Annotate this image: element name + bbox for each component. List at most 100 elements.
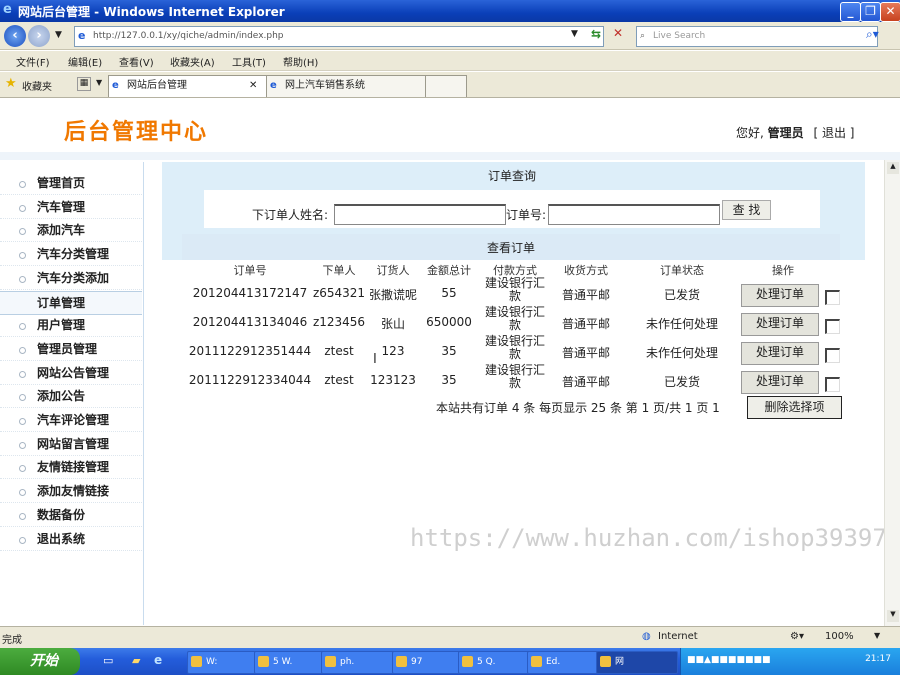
task-app-icon xyxy=(600,656,611,667)
logout-link[interactable]: [ 退出 ] xyxy=(814,126,855,140)
greeting-text: 您好, xyxy=(736,126,764,140)
row-select-checkbox[interactable] xyxy=(825,348,840,363)
menu-view[interactable]: 查看(V) xyxy=(119,54,154,69)
scroll-up-icon[interactable]: ▲ xyxy=(887,162,899,174)
stop-icon[interactable]: ✕ xyxy=(613,26,623,40)
sidebar-item-friend-links[interactable]: 友情链接管理 xyxy=(0,456,142,480)
maximize-button[interactable]: ❐ xyxy=(860,2,881,22)
taskbar-task-7[interactable]: 网 xyxy=(596,651,678,674)
quicklaunch-desktop-icon[interactable]: ▭ xyxy=(103,654,113,667)
zoom-dropdown-icon[interactable]: ▼ xyxy=(874,631,880,640)
sidebar-item-label: 添加公告 xyxy=(37,389,86,404)
sidebar-item-car-comments[interactable]: 汽车评论管理 xyxy=(0,409,142,432)
menu-file[interactable]: 文件(F) xyxy=(16,54,50,69)
close-window-button[interactable]: ✕ xyxy=(880,2,900,22)
delete-selected-button[interactable]: 删除选择项 xyxy=(747,396,842,419)
sidebar-item-users[interactable]: 用户管理 xyxy=(0,314,142,338)
sidebar-item-add-car-category[interactable]: 汽车分类添加 xyxy=(0,267,142,290)
cell-delivery-method: 普通平邮 xyxy=(561,346,610,360)
sidebar-item-label: 汽车分类管理 xyxy=(37,247,110,262)
minimize-button[interactable]: _ xyxy=(840,2,861,22)
quicklaunch-folder-icon[interactable]: ▰ xyxy=(132,654,140,667)
task-label: 5 Q. xyxy=(477,657,496,667)
close-tab-icon[interactable]: ✕ xyxy=(249,76,257,96)
tab-admin[interactable]: e 网站后台管理 ✕ xyxy=(108,75,283,97)
sidebar-item-cars[interactable]: 汽车管理 xyxy=(0,196,142,219)
search-go-icon[interactable]: ⌕▾ xyxy=(866,27,879,42)
cell-delivery-method: 普通平邮 xyxy=(561,375,610,389)
url-input[interactable]: e http://127.0.0.1/xy/qiche/admin/index.p… xyxy=(74,26,604,47)
refresh-icon[interactable]: ⇆ xyxy=(591,27,601,41)
sidebar-item-add-announcement[interactable]: 添加公告 xyxy=(0,385,142,409)
bullet-icon xyxy=(19,536,26,544)
cell-order-status: 未作任何处理 xyxy=(645,346,718,360)
order-number-input[interactable] xyxy=(548,204,720,225)
search-button[interactable]: 查 找 xyxy=(722,200,771,220)
scroll-down-icon[interactable]: ▼ xyxy=(887,610,899,622)
page-icon: e xyxy=(78,29,86,42)
clock: 21:17 xyxy=(865,654,891,664)
search-placeholder: Live Search xyxy=(653,31,706,41)
process-order-button[interactable]: 处理订单 xyxy=(741,313,819,336)
name-input[interactable] xyxy=(334,204,506,225)
zoom-level[interactable]: 100% xyxy=(825,631,854,642)
bullet-icon xyxy=(19,418,26,425)
sidebar-item-add-car[interactable]: 添加汽车 xyxy=(0,219,142,243)
process-order-button[interactable]: 处理订单 xyxy=(741,284,819,307)
cell-delivery-method: 普通平邮 xyxy=(561,288,610,302)
cell-amount: 650000 xyxy=(426,315,472,329)
process-order-button[interactable]: 处理订单 xyxy=(741,371,819,394)
row-select-checkbox[interactable] xyxy=(825,377,840,392)
orders-title: 查看订单 xyxy=(486,241,535,255)
tab-bar: ★ 收藏夹 ▦ ▼ e 网站后台管理 ✕ e 网上汽车销售系统 xyxy=(0,72,900,98)
back-button[interactable]: ‹ xyxy=(4,25,26,47)
sidebar-item-label: 管理首页 xyxy=(37,176,86,190)
tab-car-sales[interactable]: e 网上汽车销售系统 xyxy=(266,75,442,97)
process-order-button[interactable]: 处理订单 xyxy=(741,342,819,365)
protected-mode-icon[interactable]: ⚙▾ xyxy=(790,631,804,642)
row-select-checkbox[interactable] xyxy=(825,290,840,305)
name-label: 下订单人姓名: xyxy=(252,208,329,222)
cell-order-number: 2011122912351444 xyxy=(188,344,312,358)
row-select-checkbox[interactable] xyxy=(825,319,840,334)
new-tab-button[interactable] xyxy=(425,75,467,97)
quicklaunch-ie-icon[interactable]: e xyxy=(154,653,162,667)
cell-order-status: 未作任何处理 xyxy=(645,317,718,331)
sidebar-item-home[interactable]: 管理首页 xyxy=(0,172,142,195)
sidebar-item-announcements[interactable]: 网站公告管理 xyxy=(0,362,142,385)
task-label: ph. xyxy=(340,657,355,667)
live-search-input[interactable]: ⌕ Live Search xyxy=(636,26,878,47)
watermark: https://www.huzhan.com/ishop39397 xyxy=(410,524,887,552)
url-dropdown-icon[interactable]: ▼ xyxy=(571,29,578,39)
sidebar-item-label: 添加汽车 xyxy=(37,223,86,238)
sidebar-item-orders[interactable]: 订单管理 xyxy=(0,290,142,315)
start-button[interactable]: 开始 xyxy=(0,648,80,675)
sidebar-item-admins[interactable]: 管理员管理 xyxy=(0,338,142,361)
forward-button[interactable]: › xyxy=(28,25,50,47)
menu-tools[interactable]: 工具(T) xyxy=(232,54,266,69)
favorites-star-icon[interactable]: ★ xyxy=(5,76,17,91)
cell-order-number: 2011122912334044 xyxy=(188,373,312,387)
sidebar-item-backup[interactable]: 数据备份 xyxy=(0,504,142,527)
menu-help[interactable]: 帮助(H) xyxy=(283,54,318,69)
column-header-order-status: 订单状态 xyxy=(660,264,704,277)
task-label: 5 W. xyxy=(273,657,293,667)
window-titlebar[interactable]: e 网站后台管理 - Windows Internet Explorer _ ❐… xyxy=(0,0,900,22)
page-logo: 后台管理中心 xyxy=(64,120,209,145)
tab-list-dropdown-icon[interactable]: ▼ xyxy=(96,78,102,87)
vertical-scrollbar[interactable]: ▲ ▼ xyxy=(884,160,900,626)
sidebar-item-add-friend-link[interactable]: 添加友情链接 xyxy=(0,480,142,504)
bullet-icon xyxy=(19,465,26,473)
tray-icons[interactable]: ■■▲■■■■■■■ xyxy=(687,655,770,665)
sidebar-item-messages[interactable]: 网站留言管理 xyxy=(0,433,142,456)
cell-delivery-method: 普通平邮 xyxy=(561,317,610,331)
history-dropdown-icon[interactable]: ▼ xyxy=(55,30,62,40)
sidebar-item-logout[interactable]: 退出系统 xyxy=(0,528,142,551)
sidebar-item-label: 订单管理 xyxy=(37,295,86,310)
menu-favorites[interactable]: 收藏夹(A) xyxy=(170,54,215,69)
favorites-label[interactable]: 收藏夹 xyxy=(22,78,52,93)
sidebar-item-label: 汽车管理 xyxy=(37,199,86,214)
sidebar-item-car-categories[interactable]: 汽车分类管理 xyxy=(0,243,142,267)
quick-tabs-icon[interactable]: ▦ xyxy=(77,77,91,91)
menu-edit[interactable]: 编辑(E) xyxy=(68,54,102,69)
